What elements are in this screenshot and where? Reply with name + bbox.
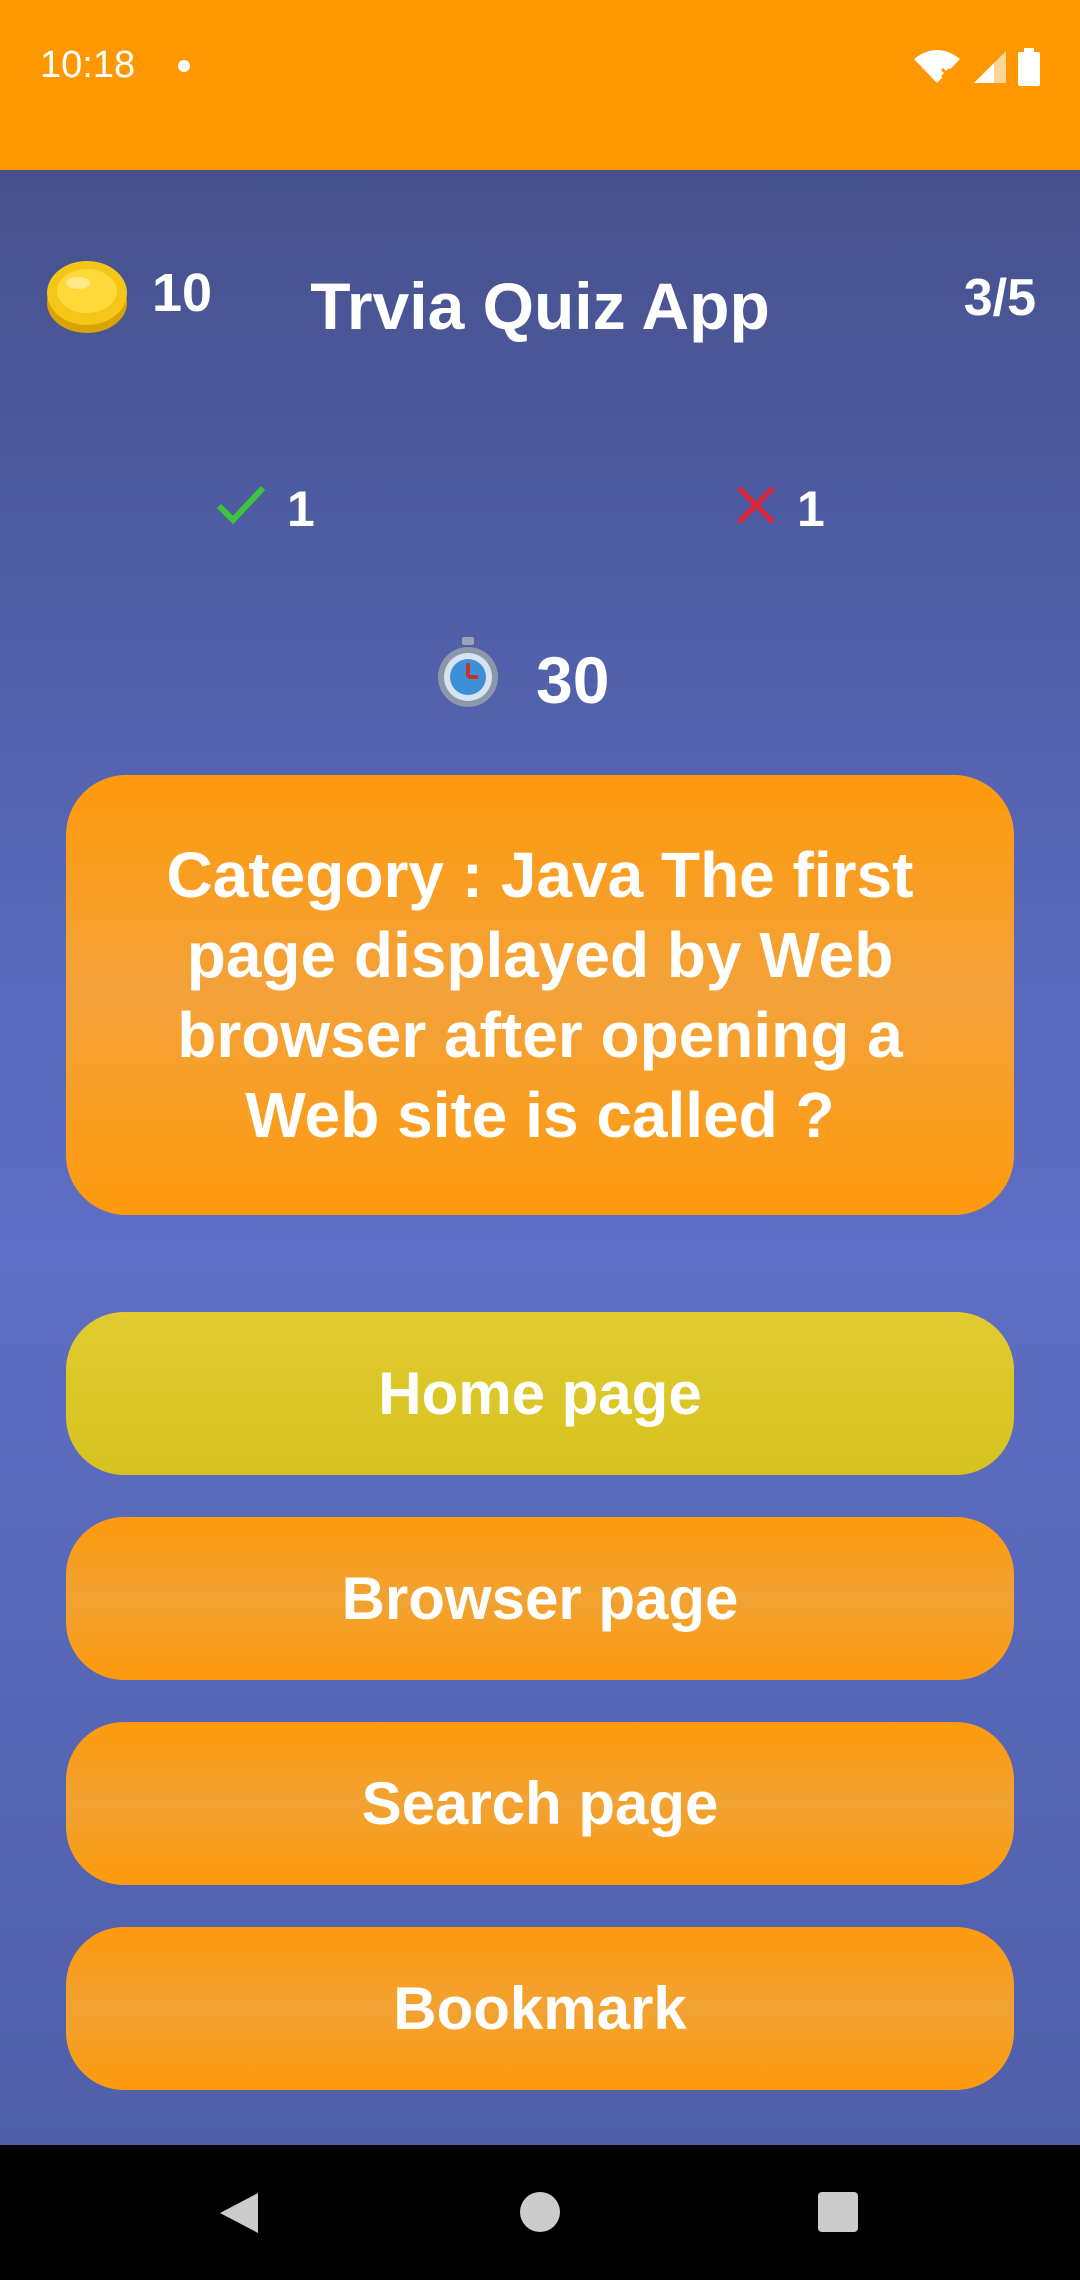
option-label: Bookmark — [393, 1975, 687, 2042]
timer: 30 — [436, 635, 609, 724]
question-text: Category : Java The first page displayed… — [166, 839, 914, 1151]
check-icon — [215, 480, 267, 538]
battery-icon — [1018, 48, 1040, 91]
home-icon[interactable] — [520, 2192, 560, 2232]
page-title: Trvia Quiz App — [310, 269, 770, 343]
wrong-count-value: 1 — [797, 481, 825, 537]
option-label: Home page — [378, 1360, 702, 1427]
option-label: Search page — [361, 1770, 719, 1837]
signal-icon — [972, 49, 1008, 90]
status-bar: 10:18 — [0, 0, 1080, 170]
correct-count: 1 — [215, 480, 315, 538]
stopwatch-icon — [436, 635, 500, 724]
cross-icon — [735, 480, 777, 538]
option-label: Browser page — [341, 1565, 739, 1632]
timer-value: 30 — [536, 642, 610, 717]
status-time: 10:18 — [40, 44, 136, 86]
option-button-4[interactable]: Bookmark — [66, 1927, 1014, 2090]
wrong-count: 1 — [735, 480, 825, 538]
option-button-3[interactable]: Search page — [66, 1722, 1014, 1885]
correct-count-value: 1 — [287, 481, 315, 537]
back-icon[interactable] — [218, 2191, 260, 2240]
question-card: Category : Java The first page displayed… — [66, 775, 1014, 1215]
quiz-screen: 10 Trvia Quiz App 3/5 1 1 30 Category : … — [0, 170, 1080, 2145]
question-progress: 3/5 — [963, 269, 1036, 327]
navigation-bar — [0, 2145, 1080, 2280]
option-button-1[interactable]: Home page — [66, 1312, 1014, 1475]
option-button-2[interactable]: Browser page — [66, 1517, 1014, 1680]
wifi-icon — [912, 49, 962, 90]
notification-dot-icon — [178, 60, 190, 72]
status-icons — [912, 48, 1040, 91]
recents-icon[interactable] — [818, 2192, 858, 2232]
